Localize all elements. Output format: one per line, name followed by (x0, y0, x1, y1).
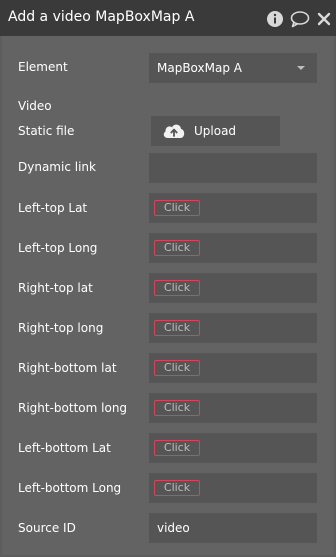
upload-button[interactable]: Upload (151, 116, 280, 146)
left-bottom-long-click[interactable]: Click (154, 480, 200, 496)
left-top-long-label: Left-top Long (18, 241, 98, 255)
dynamic-link-label: Dynamic link (18, 160, 96, 174)
upload-button-label: Upload (194, 124, 237, 138)
close-icon[interactable] (316, 10, 334, 28)
static-file-label: Static file (18, 124, 75, 138)
left-top-lat-click[interactable]: Click (154, 200, 200, 216)
source-id-input[interactable]: video (149, 513, 317, 543)
right-top-lat-label: Right-top lat (18, 281, 93, 295)
video-section-label: Video (18, 99, 52, 113)
left-top-lat-field[interactable]: Click (149, 193, 317, 223)
left-top-long-click[interactable]: Click (154, 240, 200, 256)
element-dropdown-value: MapBoxMap A (157, 61, 242, 75)
right-bottom-lat-field[interactable]: Click (149, 353, 317, 383)
cloud-upload-icon (161, 121, 187, 145)
title-bar: Add a video MapBoxMap A (0, 0, 336, 36)
right-top-long-click[interactable]: Click (154, 320, 200, 336)
element-label: Element (18, 60, 68, 74)
source-id-value: video (157, 521, 190, 535)
window-title: Add a video MapBoxMap A (8, 9, 195, 25)
left-bottom-long-field[interactable]: Click (149, 473, 317, 503)
right-bottom-long-label: Right-bottom long (18, 401, 128, 415)
left-bottom-lat-label: Left-bottom Lat (18, 441, 111, 455)
left-top-long-field[interactable]: Click (149, 233, 317, 263)
info-icon[interactable] (266, 10, 284, 28)
left-bottom-lat-field[interactable]: Click (149, 433, 317, 463)
right-top-lat-click[interactable]: Click (154, 280, 200, 296)
right-top-long-field[interactable]: Click (149, 313, 317, 343)
right-top-lat-field[interactable]: Click (149, 273, 317, 303)
comment-icon[interactable] (290, 10, 310, 28)
right-top-long-label: Right-top long (18, 321, 104, 335)
dynamic-link-input[interactable] (149, 153, 317, 183)
left-bottom-long-label: Left-bottom Long (18, 481, 122, 495)
left-bottom-lat-click[interactable]: Click (154, 440, 200, 456)
right-bottom-lat-label: Right-bottom lat (18, 361, 117, 375)
left-top-lat-label: Left-top Lat (18, 201, 88, 215)
chevron-down-icon (297, 66, 305, 70)
source-id-label: Source ID (18, 521, 76, 535)
right-bottom-long-click[interactable]: Click (154, 400, 200, 416)
right-bottom-long-field[interactable]: Click (149, 393, 317, 423)
right-bottom-lat-click[interactable]: Click (154, 360, 200, 376)
element-dropdown[interactable]: MapBoxMap A (149, 53, 317, 83)
